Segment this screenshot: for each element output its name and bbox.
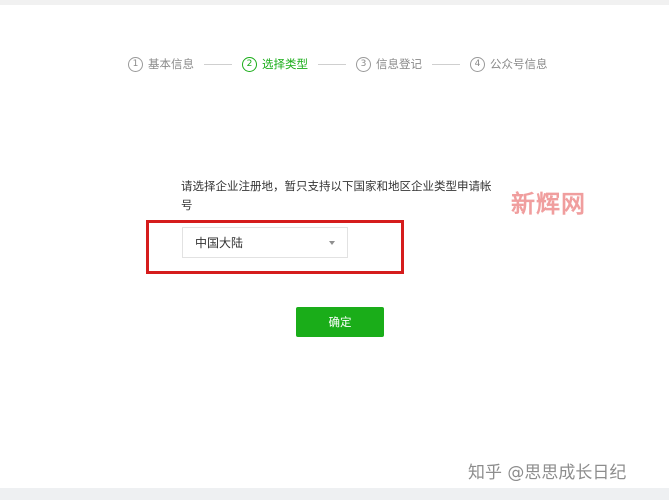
step-info-registration: 3 信息登记 (356, 56, 422, 72)
region-select-value: 中国大陆 (195, 236, 244, 250)
zhihu-watermark: 知乎 @思思成长日纪 (468, 463, 627, 483)
step-label: 基本信息 (148, 57, 194, 71)
top-edge (0, 0, 669, 5)
bottom-edge (0, 488, 669, 500)
step-basic-info: 1 基本信息 (128, 56, 194, 72)
chevron-down-icon (329, 240, 335, 245)
step-number: 4 (470, 56, 485, 72)
site-watermark: 新辉网 (511, 190, 586, 218)
confirm-button[interactable]: 确定 (296, 307, 384, 337)
region-select[interactable]: 中国大陆 (182, 227, 348, 258)
step-number: 3 (356, 56, 371, 72)
step-label: 公众号信息 (490, 57, 548, 71)
step-label: 选择类型 (262, 57, 308, 71)
step-number: 2 (242, 56, 257, 72)
region-prompt: 请选择企业注册地，暂只支持以下国家和地区企业类型申请帐号 (181, 179, 492, 212)
step-label: 信息登记 (376, 57, 422, 71)
step-connector (204, 63, 232, 65)
step-number: 1 (128, 56, 143, 72)
step-select-type: 2 选择类型 (242, 56, 308, 72)
step-indicator: 1 基本信息 2 选择类型 3 信息登记 4 公众号信息 (128, 55, 548, 73)
step-connector (432, 63, 460, 65)
step-account-info: 4 公众号信息 (470, 56, 548, 72)
step-connector (318, 63, 346, 65)
